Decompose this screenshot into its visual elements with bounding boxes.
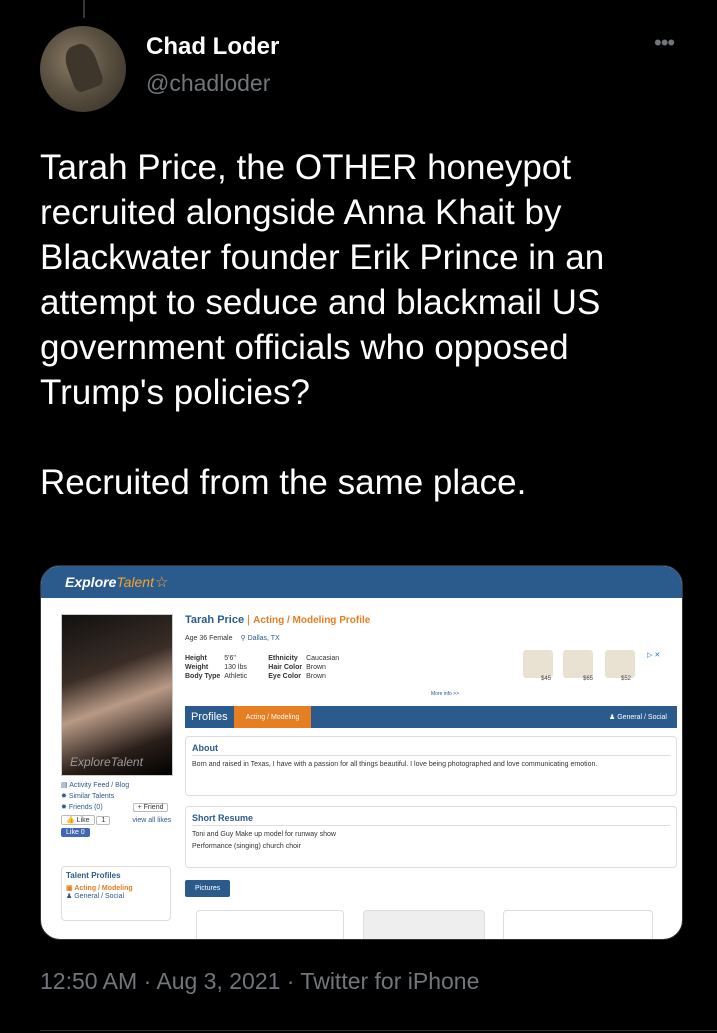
talent-profile-general-link[interactable]: ♟ General / Social (66, 892, 166, 900)
thread-connector-line (83, 0, 85, 18)
avatar[interactable] (40, 26, 126, 112)
similar-talents-link[interactable]: ✸ Similar Talents (61, 792, 173, 800)
ad-price: $65 (583, 676, 594, 682)
about-panel: About Born and raised in Texas, I have w… (185, 736, 677, 796)
star-icon: ☆ (154, 574, 169, 591)
advertisement[interactable]: $45 $65 $52 (521, 646, 666, 686)
picture-thumbnail[interactable] (363, 910, 485, 939)
profile-photo: ExploreTalent (61, 614, 173, 776)
about-text: Born and raised in Texas, I have with a … (192, 761, 598, 768)
talent-profile-acting-link[interactable]: ▣ Acting / Modeling (66, 884, 166, 892)
tab-profiles[interactable]: Profiles (185, 711, 234, 723)
ad-product-image (605, 650, 635, 678)
add-friend-button[interactable]: + Friend (132, 803, 169, 812)
activity-feed-link[interactable]: ▤ Activity Feed / Blog (61, 781, 173, 789)
talent-profiles-box: Talent Profiles ▣ Acting / Modeling ♟ Ge… (61, 866, 171, 921)
ad-product-image (563, 650, 593, 678)
ad-product-image (523, 650, 553, 678)
author-name[interactable]: Chad Loder (146, 33, 279, 61)
site-logo: ExploreTalent (65, 574, 154, 590)
about-heading: About (192, 743, 670, 756)
profile-tab-bar: Profiles Acting / Modeling ♟ General / S… (185, 706, 677, 728)
view-all-likes-link[interactable]: view all likes (132, 817, 171, 824)
resume-line: Toni and Guy Make up model for runway sh… (192, 831, 336, 838)
ad-price: $52 (621, 676, 632, 682)
like-row: 👍 Like 1 view all likes (61, 815, 173, 825)
tab-acting-modeling[interactable]: Acting / Modeling (233, 706, 312, 728)
location-link[interactable]: ⚲ Dallas, TX (240, 635, 279, 642)
tweet-text: Tarah Price, the OTHER honeypot recruite… (40, 148, 605, 502)
tweet-timestamp[interactable]: 12:50 AM · Aug 3, 2021 · Twitter for iPh… (40, 968, 479, 995)
divider (40, 1030, 717, 1031)
photo-watermark: ExploreTalent (70, 755, 143, 769)
ad-price: $45 (541, 676, 552, 682)
author-handle[interactable]: @chadloder (146, 70, 270, 97)
tab-general-social[interactable]: ♟ General / Social (609, 713, 667, 721)
short-resume-panel: Short Resume Toni and Guy Make up model … (185, 806, 677, 868)
friends-row: ✸ Friends (0) + Friend (61, 803, 173, 812)
talent-profiles-heading: Talent Profiles (66, 871, 121, 880)
more-info-link[interactable]: More info >> (431, 691, 459, 697)
profile-age-location: Age 36 Female ⚲ Dallas, TX (185, 635, 280, 642)
picture-thumbnail[interactable] (196, 910, 344, 939)
pictures-button[interactable]: Pictures (185, 880, 231, 897)
tweet-media-screenshot[interactable]: ExploreTalent ☆ ExploreTalent ▤ Activity … (40, 565, 683, 940)
profile-title: Tarah Price | Acting / Modeling Profile (185, 614, 371, 626)
profile-stats: Height 5'6" Ethnicity Caucasian Weight 130 l… (185, 655, 340, 680)
like-button[interactable]: 👍 Like (61, 815, 95, 825)
site-header: ExploreTalent ☆ (41, 566, 682, 598)
like-count: 1 (96, 816, 111, 825)
picture-thumbnail[interactable] (503, 910, 653, 939)
ad-choices-icon[interactable]: ▷ ✕ (647, 651, 660, 659)
profile-sidebar: ▤ Activity Feed / Blog ✸ Similar Talents… (61, 778, 173, 840)
more-options-icon[interactable]: ••• (654, 30, 675, 56)
facebook-like-button[interactable]: Like 0 (61, 828, 90, 837)
resume-line: Performance (singing) church choir (192, 843, 301, 850)
short-resume-heading: Short Resume (192, 813, 670, 826)
